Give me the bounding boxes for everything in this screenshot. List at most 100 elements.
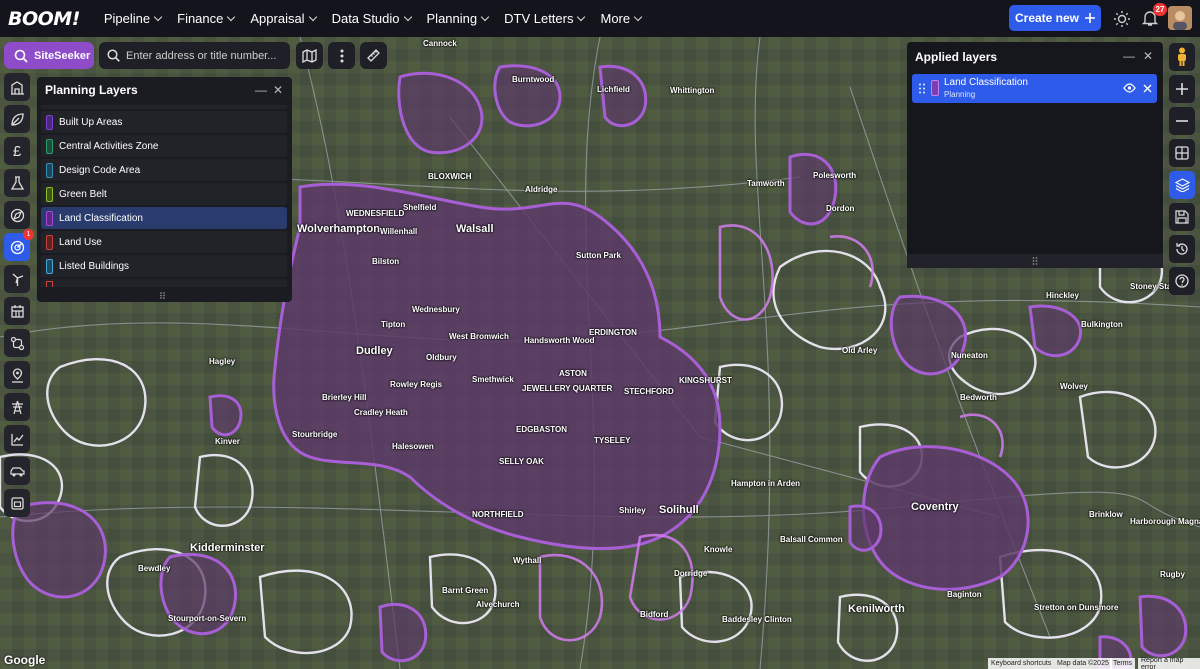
- nav-label: Pipeline: [103, 11, 151, 26]
- map-place-label: KINGSHURST: [679, 376, 732, 385]
- map-place-label: Hagley: [209, 357, 236, 366]
- redditch-area: [378, 602, 428, 663]
- layer-item-green-belt[interactable]: Green Belt: [41, 183, 287, 205]
- map-place-label: Nuneaton: [951, 351, 988, 360]
- remove-icon[interactable]: [1143, 84, 1152, 93]
- nav-label: Data Studio: [331, 11, 400, 26]
- map-place-label: Aldridge: [525, 185, 558, 194]
- rail-buildings[interactable]: [4, 73, 30, 101]
- rail-archive[interactable]: [4, 489, 30, 517]
- map-place-label: Tipton: [381, 320, 406, 329]
- layers-button[interactable]: [1169, 171, 1195, 199]
- nav-appraisal[interactable]: Appraisal: [242, 0, 323, 37]
- minimize-icon[interactable]: —: [1123, 49, 1135, 63]
- map-place-label: Tamworth: [747, 179, 785, 188]
- map-type-button[interactable]: [296, 42, 323, 69]
- map-place-label: Stourport-on-Severn: [168, 614, 247, 623]
- report-map-error-link[interactable]: Report a map error: [1138, 657, 1200, 669]
- map-place-label: Barnt Green: [442, 586, 489, 595]
- eye-icon[interactable]: [1123, 83, 1136, 93]
- help-button[interactable]: [1169, 267, 1195, 295]
- layer-swatch: [46, 162, 53, 178]
- nav-data-studio[interactable]: Data Studio: [324, 0, 419, 37]
- map-place-label: Dordon: [826, 204, 855, 213]
- layer-swatch: [931, 80, 939, 96]
- map-place-label: Bedworth: [960, 393, 997, 402]
- tamworth-area: [788, 152, 838, 226]
- street-view-button[interactable]: [1169, 43, 1195, 71]
- layer-item-land-classification[interactable]: Land Classification: [41, 207, 287, 229]
- rail-finance[interactable]: £: [4, 137, 30, 165]
- nav-more[interactable]: More: [592, 0, 649, 37]
- nav-finance[interactable]: Finance: [169, 0, 242, 37]
- main-nav: Pipeline Finance Appraisal Data Studio P…: [96, 0, 649, 37]
- layer-item-built-up-areas[interactable]: Built Up Areas: [41, 111, 287, 133]
- applied-layer-name: Land Classification: [944, 77, 1028, 88]
- chevron-down-icon: [403, 12, 412, 22]
- close-icon[interactable]: ✕: [273, 83, 283, 97]
- avatar[interactable]: [1168, 6, 1192, 30]
- map-place-label: Shelfield: [403, 203, 437, 212]
- zoom-out-button[interactable]: [1169, 107, 1195, 135]
- zoom-in-button[interactable]: [1169, 75, 1195, 103]
- close-icon[interactable]: ✕: [1143, 49, 1153, 63]
- terms-link[interactable]: Terms: [1110, 658, 1136, 669]
- layer-item-land-use[interactable]: Land Use: [41, 231, 287, 253]
- minimize-icon[interactable]: —: [255, 83, 267, 97]
- nav-planning[interactable]: Planning: [419, 0, 497, 37]
- layer-swatch: [46, 114, 53, 130]
- save-button[interactable]: [1169, 203, 1195, 231]
- rail-compass[interactable]: [4, 201, 30, 229]
- nav-dtv-letters[interactable]: DTV Letters: [496, 0, 592, 37]
- map-place-label: Alvechurch: [476, 600, 520, 609]
- planning-layers-panel: Planning Layers — ✕ Built Up Areas Centr…: [37, 77, 292, 302]
- drag-handle-icon[interactable]: [918, 83, 926, 94]
- rail-planning[interactable]: 1: [4, 229, 34, 261]
- chevron-down-icon: [308, 12, 317, 22]
- app-logo[interactable]: BOOM!: [8, 8, 80, 30]
- map-place-label: Coventry: [911, 501, 959, 513]
- ruler-icon: [367, 49, 380, 62]
- map-place-label: Smethwick: [472, 375, 514, 384]
- map-place-label: Rugby: [1160, 570, 1185, 579]
- applied-layer-item[interactable]: Land Classification Planning: [912, 74, 1157, 103]
- address-search: [99, 42, 290, 69]
- map-place-label: Bidford: [640, 610, 669, 619]
- rail-chart[interactable]: [4, 425, 30, 453]
- rail-energy[interactable]: [4, 265, 30, 293]
- grid-view-button[interactable]: [1169, 139, 1195, 167]
- map-place-label: Dorridge: [674, 569, 708, 578]
- resize-grip-icon[interactable]: [1032, 257, 1038, 265]
- rail-calendar[interactable]: [4, 297, 30, 325]
- resize-grip-icon[interactable]: [159, 292, 167, 299]
- keyboard-shortcuts-link[interactable]: Keyboard shortcuts: [988, 658, 1055, 669]
- layer-item-central-activities-zone[interactable]: Central Activities Zone: [41, 135, 287, 157]
- siteseeker-button[interactable]: SiteSeeker: [4, 42, 94, 69]
- rail-routes[interactable]: [4, 329, 30, 357]
- location-pin-icon: [11, 367, 23, 383]
- layer-item-listed-buildings[interactable]: Listed Buildings: [41, 255, 287, 277]
- rail-leaf[interactable]: [4, 105, 30, 133]
- map-place-label: Brinklow: [1089, 510, 1123, 519]
- create-new-button[interactable]: Create new: [1009, 5, 1101, 31]
- rail-location[interactable]: [4, 361, 30, 389]
- measure-button[interactable]: [360, 42, 387, 69]
- app-root: BOOM! Pipeline Finance Appraisal Data St…: [0, 0, 1200, 669]
- nav-pipeline[interactable]: Pipeline: [96, 0, 169, 37]
- search-input[interactable]: [126, 49, 286, 62]
- map-place-label: Hampton in Arden: [731, 479, 801, 488]
- theme-sun-icon[interactable]: [1113, 10, 1131, 28]
- rail-pylon[interactable]: [4, 393, 30, 421]
- history-button[interactable]: [1169, 235, 1195, 263]
- layer-item-design-code-area[interactable]: Design Code Area: [41, 159, 287, 181]
- panel-footer: [907, 254, 1163, 268]
- map-place-label: Burntwood: [512, 75, 555, 84]
- rail-lab[interactable]: [4, 169, 30, 197]
- map-place-label: Hinckley: [1046, 291, 1079, 300]
- chevron-down-icon: [577, 12, 586, 22]
- map-place-label: Polesworth: [813, 171, 857, 180]
- map-place-label: Wythall: [513, 556, 542, 565]
- more-options-button[interactable]: [328, 42, 355, 69]
- archive-icon: [10, 496, 24, 510]
- rail-transport[interactable]: [4, 457, 30, 485]
